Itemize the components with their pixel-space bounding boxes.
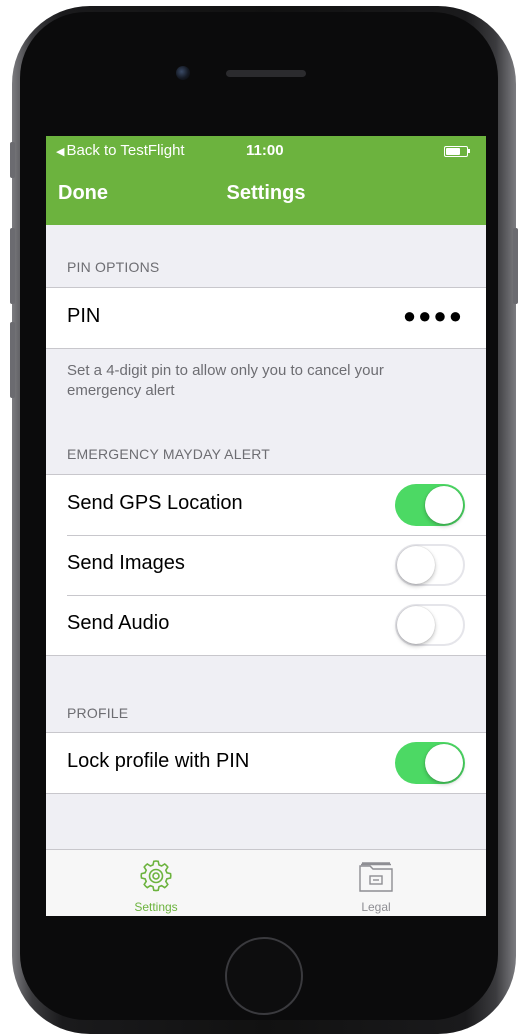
lock-profile-label: Lock profile with PIN [67, 750, 250, 772]
pin-label: PIN [67, 305, 101, 327]
back-to-app-label: Back to TestFlight [66, 142, 185, 159]
send-images-cell: Send Images [46, 535, 486, 595]
earpiece-speaker [226, 70, 306, 77]
send-gps-location-cell: Send GPS Location [46, 475, 486, 535]
mute-switch [10, 142, 15, 178]
profile-group: Lock profile with PIN [46, 732, 486, 794]
send-gps-location-toggle[interactable] [395, 484, 465, 526]
battery-tip [468, 149, 470, 153]
pin-footer-note: Set a 4-digit pin to allow only you to c… [67, 362, 384, 399]
send-audio-label: Send Audio [67, 612, 170, 634]
lock-profile-toggle[interactable] [395, 742, 465, 784]
home-button[interactable] [225, 937, 303, 1015]
tab-legal[interactable]: Legal [266, 850, 486, 916]
folder-icon [359, 862, 393, 892]
gear-icon [140, 860, 172, 892]
battery-icon [444, 146, 468, 157]
front-camera [176, 66, 190, 80]
pin-cell[interactable]: PIN ●●●● [46, 288, 486, 348]
tab-legal-label: Legal [361, 900, 391, 914]
send-images-label: Send Images [67, 552, 185, 574]
section-header-emergency-alert: EMERGENCY MAYDAY ALERT [67, 446, 271, 462]
send-audio-cell: Send Audio [46, 595, 486, 655]
send-audio-toggle[interactable] [395, 604, 465, 646]
section-header-profile: PROFILE [67, 705, 129, 721]
alert-group: Send GPS Location Send Images Send Audio [46, 474, 486, 656]
section-header-pin-options: PIN OPTIONS [67, 259, 160, 275]
back-to-app-link[interactable]: ◀ Back to TestFlight [56, 142, 185, 159]
lock-profile-cell: Lock profile with PIN [46, 733, 486, 793]
tab-settings[interactable]: Settings [46, 850, 266, 916]
send-gps-location-label: Send GPS Location [67, 492, 243, 514]
app-screen: ◀ Back to TestFlight 11:00 Done Settings … [46, 136, 486, 916]
nav-header: ◀ Back to TestFlight 11:00 Done Settings [46, 136, 486, 225]
back-triangle-icon: ◀ [56, 146, 65, 158]
volume-down-button [10, 322, 15, 398]
page-title: Settings [226, 182, 306, 204]
power-button [513, 228, 518, 304]
send-images-toggle[interactable] [395, 544, 465, 586]
volume-up-button [10, 228, 15, 304]
pin-value: ●●●● [402, 303, 464, 328]
tab-settings-label: Settings [134, 900, 178, 914]
tab-bar: Settings Legal [46, 849, 486, 916]
pin-group: PIN ●●●● [46, 287, 486, 349]
status-time: 11:00 [246, 142, 284, 159]
